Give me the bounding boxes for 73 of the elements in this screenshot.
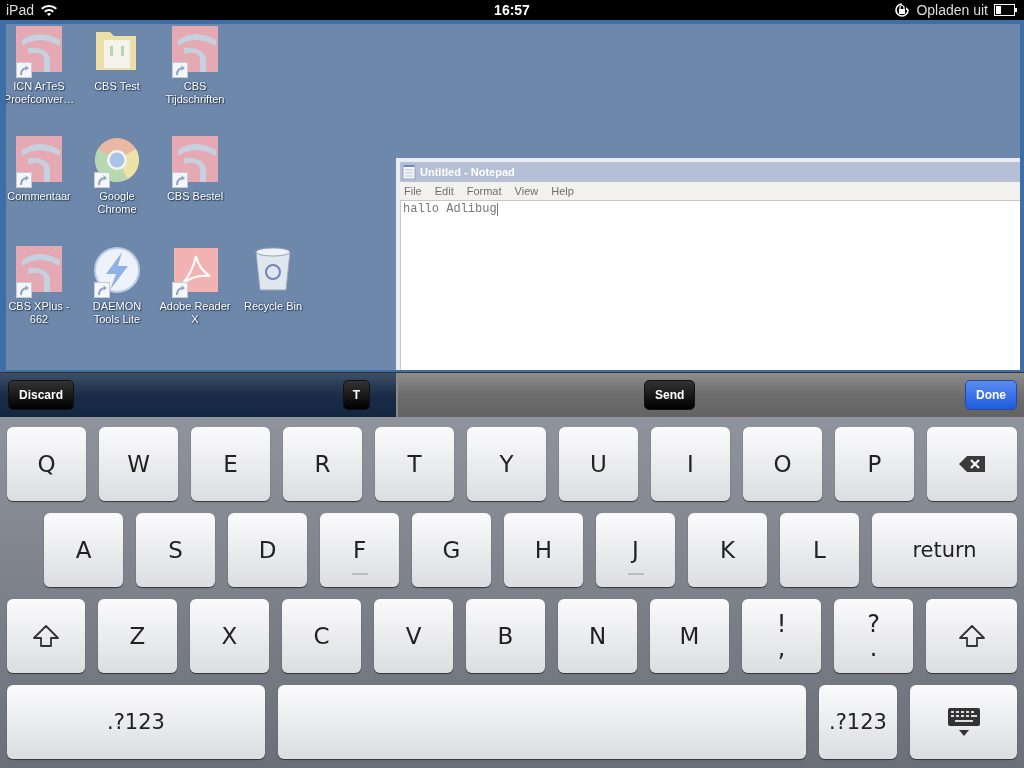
rotation-lock-icon bbox=[894, 2, 911, 18]
battery-icon bbox=[994, 4, 1018, 16]
shift-key[interactable] bbox=[926, 599, 1017, 673]
letter-key[interactable]: A bbox=[44, 513, 123, 587]
menu-item[interactable]: Help bbox=[551, 185, 574, 197]
icon-label[interactable]: CBS Bestel bbox=[157, 190, 233, 203]
backspace-icon bbox=[958, 455, 986, 473]
letter-key[interactable]: K bbox=[688, 513, 767, 587]
menu-item[interactable]: Edit bbox=[434, 185, 454, 197]
letter-key[interactable]: Z bbox=[98, 599, 177, 673]
icon-label[interactable]: Google Chrome bbox=[79, 190, 155, 216]
swoosh-icon bbox=[170, 136, 220, 184]
swoosh-icon bbox=[14, 26, 64, 74]
send-button[interactable]: Send bbox=[644, 380, 696, 410]
numbers-key[interactable]: .?123 bbox=[819, 685, 897, 759]
letter-key[interactable]: E bbox=[191, 427, 270, 501]
letter-key[interactable]: L bbox=[780, 513, 859, 587]
letter-key[interactable]: M bbox=[650, 599, 729, 673]
hide-keyboard-key[interactable] bbox=[910, 685, 1017, 759]
letter-key[interactable]: U bbox=[559, 427, 638, 501]
letter-key[interactable]: B bbox=[466, 599, 545, 673]
typed-text: hallo Adlibug bbox=[403, 202, 497, 216]
wifi-icon bbox=[40, 3, 59, 17]
window-title: Untitled - Notepad bbox=[420, 166, 515, 178]
charging-status: Opladen uit bbox=[916, 2, 988, 18]
numbers-key[interactable]: .?123 bbox=[7, 685, 265, 759]
letter-key[interactable]: W bbox=[99, 427, 178, 501]
punctuation-key[interactable]: ? . bbox=[834, 599, 913, 673]
letter-key[interactable]: V bbox=[374, 599, 453, 673]
menu-item[interactable]: View bbox=[514, 185, 539, 197]
letter-key[interactable]: G bbox=[412, 513, 491, 587]
icon-label[interactable]: Recycle Bin bbox=[235, 300, 311, 313]
circle-logo-icon bbox=[92, 136, 142, 184]
icon-label[interactable]: CBS Tijdschriften bbox=[157, 80, 233, 106]
shift-key[interactable] bbox=[7, 599, 85, 673]
device-name: iPad bbox=[6, 2, 35, 18]
text-button[interactable]: T bbox=[342, 380, 370, 410]
shift-arrow-icon bbox=[32, 624, 60, 648]
letter-key[interactable]: T bbox=[375, 427, 454, 501]
letter-key[interactable]: N bbox=[558, 599, 637, 673]
letter-key[interactable]: Q bbox=[7, 427, 86, 501]
done-button[interactable]: Done bbox=[965, 380, 1017, 410]
letter-key[interactable]: O bbox=[743, 427, 822, 501]
swoosh-icon bbox=[14, 136, 64, 184]
swoosh-icon bbox=[14, 246, 64, 294]
icon-label[interactable]: Commentaar bbox=[6, 190, 77, 203]
letter-key[interactable]: S bbox=[136, 513, 215, 587]
discard-button[interactable]: Discard bbox=[8, 380, 75, 410]
clock-time: 16:57 bbox=[494, 2, 530, 18]
text-area[interactable]: hallo Adlibug bbox=[400, 200, 1020, 370]
keyboard-hide-icon bbox=[946, 707, 981, 737]
menu-item[interactable]: File bbox=[404, 185, 422, 197]
backspace-key[interactable] bbox=[927, 427, 1017, 501]
letter-key[interactable]: Y bbox=[467, 427, 546, 501]
icon-label[interactable]: CBS Test bbox=[79, 80, 155, 93]
menu-item[interactable]: Format bbox=[466, 185, 502, 197]
icon-label[interactable]: Adobe Reader X bbox=[157, 300, 233, 326]
letter-key[interactable]: D bbox=[228, 513, 307, 587]
punctuation-key[interactable]: ! , bbox=[742, 599, 821, 673]
icon-label[interactable]: CBS XPlus - 662 bbox=[6, 300, 77, 326]
letter-key[interactable]: F bbox=[320, 513, 399, 587]
letter-key[interactable]: H bbox=[504, 513, 583, 587]
return-key[interactable]: return bbox=[872, 513, 1017, 587]
swoosh-icon bbox=[170, 26, 220, 74]
letter-key[interactable]: P bbox=[835, 427, 914, 501]
letter-key[interactable]: J bbox=[596, 513, 675, 587]
letter-key[interactable]: I bbox=[651, 427, 730, 501]
letter-key[interactable]: R bbox=[283, 427, 362, 501]
letter-key[interactable]: C bbox=[282, 599, 361, 673]
letter-key[interactable]: X bbox=[190, 599, 269, 673]
icon-label[interactable]: DAEMON Tools Lite bbox=[79, 300, 155, 326]
text-caret bbox=[496, 203, 498, 216]
shift-arrow-icon bbox=[957, 624, 986, 648]
